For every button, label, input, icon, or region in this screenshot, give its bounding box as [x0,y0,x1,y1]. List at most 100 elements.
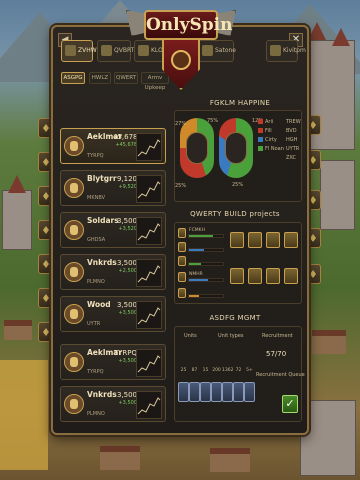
resource-name: Wood [87,300,111,309]
build-progress-bar [188,262,224,266]
legend-item: Cirty [258,136,284,145]
resource-delta: +3,500 [118,400,137,406]
resource-value: 45,678 [113,133,138,141]
recruit-count: 57/70 [266,350,287,358]
legend-item: Fill [258,127,284,136]
resource-delta: +3,520 [118,226,137,232]
build-progress-fill [189,235,213,237]
sparkline-chart [136,349,162,377]
unit-card[interactable] [233,382,244,402]
resource-value: 9,120 [116,175,137,183]
resource-sub: MKNBV [87,195,106,201]
resource-sub: PLMNO [87,279,105,285]
build-progress-bar [188,248,224,252]
resource-row[interactable]: Aeklmar TYRPQ 45,678 +45,678 [60,128,166,164]
recruitment-queue-label: Recruitment Queue [256,372,305,378]
resource-icon [64,262,84,282]
pct-bottom: 25% [175,183,187,189]
unit-card[interactable] [200,382,211,402]
confirm-button[interactable]: ✓ [282,395,298,413]
building-icon [248,232,262,248]
resource-value: 3,500 [116,259,137,267]
happiness-legend-right: TREW BVD HGH UYTR ZXC [286,119,301,161]
unit-card[interactable] [211,382,222,402]
resource-row[interactable]: Vnkrds PLMNO 3,500 +2,500 [60,254,166,290]
resource-value: 3,500 [116,217,137,225]
unit-count: 200 [212,368,221,373]
resource-value: TYRPQ [113,349,137,357]
resource-delta: +2,500 [118,268,137,274]
build-row-icon [178,272,186,282]
unit-card[interactable] [222,382,233,402]
build-progress-fill [189,279,208,281]
resource-row[interactable]: Wood UYTR 3,500 +3,500 [60,296,166,332]
unit-card[interactable] [189,382,200,402]
building-icon [284,268,298,284]
military-title: ASDFG MGMT [209,314,261,322]
build-row-icon [178,256,186,266]
resource-row[interactable]: Blytgrr MKNBV 9,120 +9,520 [60,170,166,206]
recruitment-label: Recruitment [262,333,293,339]
tab-kivitpm[interactable]: Kivitpm [266,40,306,62]
tab-icon [65,45,76,56]
legend-item: Fl Noan [258,145,284,154]
tab-zvhw[interactable]: ZVHW [61,40,97,62]
unit-card[interactable] [178,382,189,402]
resource-sub: PLMNO [87,411,105,417]
resource-sub: GHDSA [87,237,106,243]
build-progress-fill [189,295,200,297]
legend-item: Arii [258,118,284,127]
unit-count: 25 [180,368,187,373]
resource-value: 3,500 [116,391,137,399]
resource-delta: +45,678 [115,142,137,148]
building-icon [230,232,244,248]
build-progress-bar [188,294,224,298]
sparkline-chart [136,217,162,245]
resource-icon [64,352,84,372]
unit-types-label: Unit types [218,333,244,339]
logo-plate: OnlySpin [144,10,233,40]
resource-icon [64,136,84,156]
resource-delta: +9,520 [118,184,137,190]
sparkline-chart [136,133,162,161]
happiness-legend: Arii Fill Cirty Fl Noan [258,118,284,154]
resource-delta: +3,500 [118,358,137,364]
resource-sub: TYRPQ [87,153,104,159]
build-row-label: NMHR [189,272,203,277]
build-progress-fill [189,263,201,265]
resource-sub: TYRPQ [87,369,104,375]
build-title: QWERTY BUILD projects [190,210,280,218]
build-progress-fill [189,249,205,251]
pct-side: 75% [207,118,219,124]
building-icon [248,268,262,284]
sparkline-chart [136,391,162,419]
sparkline-chart [136,175,162,203]
happiness-portrait-right [225,132,247,164]
units-label: Units [184,333,197,339]
unit-count: 15 [202,368,209,373]
resource-row[interactable]: Soldars GHDSA 3,500 +3,520 [60,212,166,248]
gear-emblem-icon [171,50,191,70]
sparkline-chart [136,301,162,329]
unit-card[interactable] [244,382,255,402]
subtab-hwlz[interactable]: HWLZ [89,72,111,84]
build-row-icon [178,242,186,252]
resource-row[interactable]: Aeklmar TYRPQ TYRPQ +3,500 [60,344,166,380]
building-icon [284,232,298,248]
building-icon [230,268,244,284]
pct-top: 27% [175,121,187,127]
unit-count: 87 [191,368,198,373]
building-icon [266,268,280,284]
unit-count: 1362 [222,368,234,373]
resource-row[interactable]: Vnkrds PLMNO 3,500 +3,500 [60,386,166,422]
resource-sub: UYTR [87,321,101,327]
build-row-icon [178,288,186,298]
resource-icon [64,220,84,240]
subtab-asgpg[interactable]: ASGPG [61,72,85,84]
build-row-icon [178,228,186,238]
resource-delta: +3,500 [118,310,137,316]
game-logo: OnlySpin [126,2,236,102]
resource-icon [64,304,84,324]
build-row-label: FCMKH [189,228,205,233]
resource-value: 3,500 [116,301,137,309]
